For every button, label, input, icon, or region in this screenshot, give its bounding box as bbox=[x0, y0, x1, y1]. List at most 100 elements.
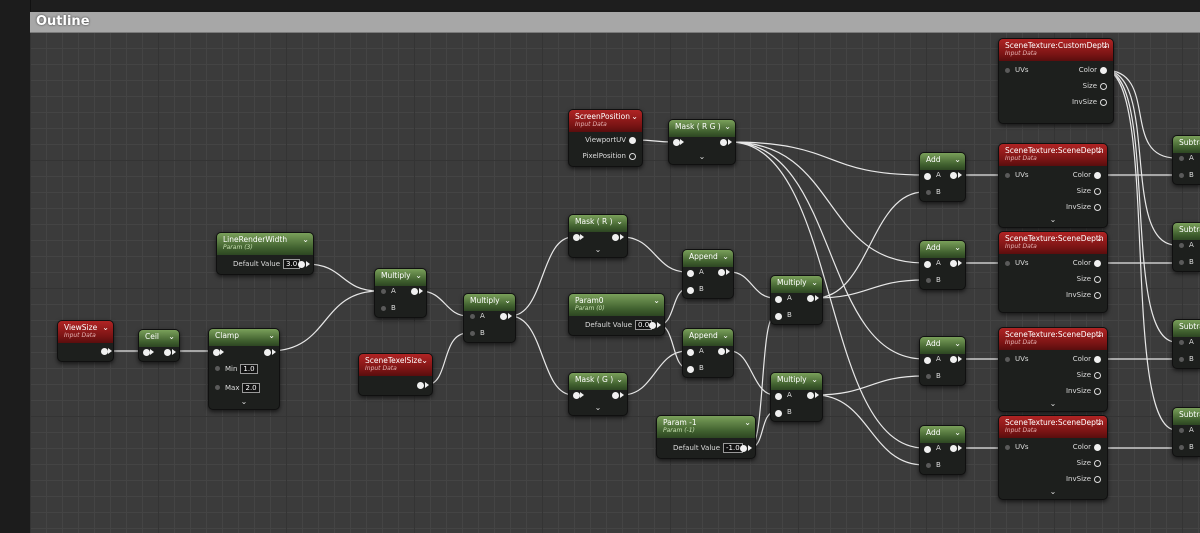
output-pin[interactable] bbox=[500, 313, 507, 320]
input-pin-a[interactable] bbox=[381, 289, 386, 294]
output-pin[interactable] bbox=[612, 234, 619, 241]
input-pin-a[interactable] bbox=[1179, 340, 1184, 345]
chevron-down-icon[interactable]: ⌄ bbox=[722, 252, 729, 261]
scenetexture-customdepth-node[interactable]: SceneTexture:CustomDepth Input Data ⌄ UVs … bbox=[998, 38, 1114, 124]
chevron-down-icon[interactable]: ⌄ bbox=[653, 296, 660, 305]
input-pin[interactable] bbox=[213, 349, 220, 356]
output-pin[interactable] bbox=[720, 139, 727, 146]
subtract-node-4[interactable]: Subtra A B bbox=[1172, 407, 1200, 457]
output-pin[interactable] bbox=[807, 295, 814, 302]
chevron-down-icon[interactable]: ⌄ bbox=[504, 296, 511, 305]
input-pin-b[interactable] bbox=[381, 306, 386, 311]
chevron-down-icon[interactable]: ⌄ bbox=[811, 278, 818, 287]
input-pin-b[interactable] bbox=[687, 287, 694, 294]
size-pin[interactable] bbox=[1100, 83, 1107, 90]
input-pin-b[interactable] bbox=[926, 463, 931, 468]
subtract-node-1[interactable]: Subtra A B bbox=[1172, 135, 1200, 185]
chevron-down-icon[interactable]: ⌄ bbox=[954, 243, 961, 252]
uvs-pin[interactable] bbox=[1005, 261, 1010, 266]
chevron-down-icon[interactable]: ⌄ bbox=[1096, 234, 1103, 243]
invsize-pin[interactable] bbox=[1094, 476, 1101, 483]
input-pin-b[interactable] bbox=[1179, 445, 1184, 450]
uvs-pin[interactable] bbox=[1005, 445, 1010, 450]
input-pin-a[interactable] bbox=[1179, 428, 1184, 433]
color-pin[interactable] bbox=[1094, 260, 1101, 267]
chevron-down-icon[interactable]: ⌄ bbox=[421, 356, 428, 365]
input-pin-b[interactable] bbox=[1179, 357, 1184, 362]
mask-g-node[interactable]: Mask ( G ) ⌄ ⌄ bbox=[568, 372, 628, 416]
max-pin[interactable] bbox=[215, 385, 220, 390]
multiply-node-4[interactable]: Multiply ⌄ A B bbox=[770, 372, 823, 422]
invsize-pin[interactable] bbox=[1100, 99, 1107, 106]
input-pin-a[interactable] bbox=[687, 349, 694, 356]
chevron-down-icon[interactable]: ⌄ bbox=[302, 235, 309, 244]
chevron-down-icon[interactable]: ⌄ bbox=[744, 418, 751, 427]
subtract-node-2[interactable]: Subtra A B bbox=[1172, 222, 1200, 272]
input-pin[interactable] bbox=[573, 392, 580, 399]
add-node-2[interactable]: Add ⌄ A B bbox=[919, 240, 966, 290]
uvs-pin[interactable] bbox=[1005, 357, 1010, 362]
input-pin-b[interactable] bbox=[470, 331, 475, 336]
expand-chevron-icon[interactable]: ⌄ bbox=[595, 403, 602, 412]
chevron-down-icon[interactable]: ⌄ bbox=[616, 217, 623, 226]
input-pin-b[interactable] bbox=[1179, 173, 1184, 178]
multiply-node-3[interactable]: Multiply ⌄ A B bbox=[770, 275, 823, 325]
scenetexture-scenedepth-node-3[interactable]: SceneTexture:SceneDepth Input Data ⌄ UVs C… bbox=[998, 327, 1108, 412]
color-pin[interactable] bbox=[1100, 67, 1107, 74]
output-pin[interactable] bbox=[264, 349, 271, 356]
expand-chevron-icon[interactable]: ⌄ bbox=[1050, 487, 1057, 496]
chevron-down-icon[interactable]: ⌄ bbox=[724, 122, 731, 131]
multiply-node-1[interactable]: Multiply ⌄ A B bbox=[374, 268, 427, 318]
size-pin[interactable] bbox=[1094, 460, 1101, 467]
chevron-down-icon[interactable]: ⌄ bbox=[811, 375, 818, 384]
size-pin[interactable] bbox=[1094, 372, 1101, 379]
invsize-pin[interactable] bbox=[1094, 292, 1101, 299]
mask-r-node[interactable]: Mask ( R ) ⌄ ⌄ bbox=[568, 214, 628, 258]
scenetexture-scenedepth-node-4[interactable]: SceneTexture:SceneDepth Input Data ⌄ UVs C… bbox=[998, 415, 1108, 500]
chevron-down-icon[interactable]: ⌄ bbox=[954, 339, 961, 348]
scenetexture-scenedepth-node-2[interactable]: SceneTexture:SceneDepth Input Data ⌄ UVs C… bbox=[998, 231, 1108, 313]
chevron-down-icon[interactable]: ⌄ bbox=[954, 155, 961, 164]
subtract-node-3[interactable]: Subtra A B bbox=[1172, 319, 1200, 369]
append-node-1[interactable]: Append ⌄ A B bbox=[682, 249, 734, 299]
add-node-4[interactable]: Add ⌄ A B bbox=[919, 425, 966, 475]
clamp-node[interactable]: Clamp ⌄ Min 1.0 Max 2.0 ⌄ bbox=[208, 328, 280, 410]
input-pin-b[interactable] bbox=[926, 374, 931, 379]
min-value-field[interactable]: 1.0 bbox=[240, 364, 258, 374]
output-pin[interactable] bbox=[612, 392, 619, 399]
chevron-down-icon[interactable]: ⌄ bbox=[415, 271, 422, 280]
invsize-pin[interactable] bbox=[1094, 388, 1101, 395]
pixelposition-pin[interactable] bbox=[629, 153, 636, 160]
output-pin[interactable] bbox=[101, 348, 108, 355]
chevron-down-icon[interactable]: ⌄ bbox=[1102, 41, 1109, 50]
input-pin-a[interactable] bbox=[470, 314, 475, 319]
chevron-down-icon[interactable]: ⌄ bbox=[954, 428, 961, 437]
chevron-down-icon[interactable]: ⌄ bbox=[102, 323, 109, 332]
output-pin[interactable] bbox=[807, 392, 814, 399]
input-pin-a[interactable] bbox=[775, 393, 782, 400]
expand-chevron-icon[interactable]: ⌄ bbox=[241, 397, 248, 406]
invsize-pin[interactable] bbox=[1094, 204, 1101, 211]
input-pin-b[interactable] bbox=[926, 278, 931, 283]
input-pin-a[interactable] bbox=[924, 173, 931, 180]
input-pin-a[interactable] bbox=[687, 270, 694, 277]
color-pin[interactable] bbox=[1094, 356, 1101, 363]
output-pin[interactable] bbox=[950, 356, 957, 363]
scenetexture-scenedepth-node-1[interactable]: SceneTexture:SceneDepth Input Data ⌄ UVs C… bbox=[998, 143, 1108, 228]
add-node-3[interactable]: Add ⌄ A B bbox=[919, 336, 966, 386]
output-pin[interactable] bbox=[411, 288, 418, 295]
linerenderwidth-node[interactable]: LineRenderWidth Param (3) ⌄ Default Value 3… bbox=[216, 232, 314, 275]
param0-node[interactable]: Param0 Param (0) ⌄ Default Value 0.0 bbox=[568, 293, 665, 336]
output-pin[interactable] bbox=[740, 445, 747, 452]
size-pin[interactable] bbox=[1094, 188, 1101, 195]
viewsize-node[interactable]: ViewSize Input Data ⌄ bbox=[57, 320, 114, 362]
chevron-down-icon[interactable]: ⌄ bbox=[1096, 330, 1103, 339]
expand-chevron-icon[interactable]: ⌄ bbox=[699, 152, 706, 161]
input-pin-b[interactable] bbox=[926, 190, 931, 195]
color-pin[interactable] bbox=[1094, 444, 1101, 451]
input-pin-a[interactable] bbox=[775, 296, 782, 303]
ceil-node[interactable]: Ceil ⌄ bbox=[138, 329, 180, 362]
input-pin[interactable] bbox=[573, 234, 580, 241]
output-pin[interactable] bbox=[417, 382, 424, 389]
color-pin[interactable] bbox=[1094, 172, 1101, 179]
